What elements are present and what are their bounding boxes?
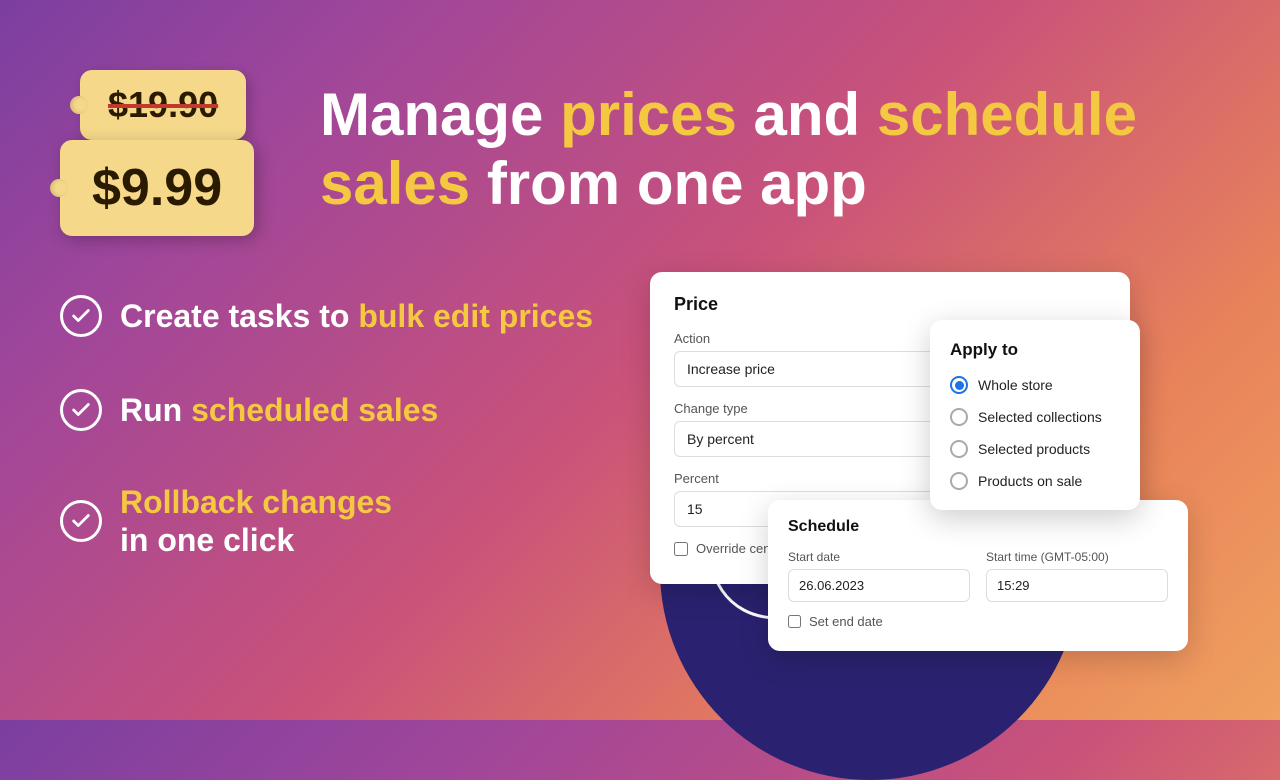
radio-selected-products[interactable]: Selected products [950, 440, 1120, 458]
start-date-input[interactable] [788, 569, 970, 602]
end-date-label: Set end date [809, 614, 883, 629]
radio-label-collections: Selected collections [978, 409, 1102, 425]
radio-btn-products [950, 440, 968, 458]
apply-to-card: Apply to Whole store Selected collection… [930, 320, 1140, 510]
apply-to-title: Apply to [950, 340, 1120, 360]
check-icon-2 [60, 389, 102, 431]
radio-btn-sale [950, 472, 968, 490]
start-date-field: Start date [788, 550, 970, 602]
feature-item-1: Create tasks to bulk edit prices [60, 295, 593, 337]
end-date-checkbox[interactable] [788, 615, 801, 628]
price-card-title: Price [674, 294, 1106, 315]
start-time-label: Start time (GMT-05:00) [986, 550, 1168, 564]
feature-text-3: Rollback changesin one click [120, 483, 392, 560]
radio-btn-whole-store [950, 376, 968, 394]
radio-btn-collections [950, 408, 968, 426]
start-date-label: Start date [788, 550, 970, 564]
schedule-card: Schedule Start date Start time (GMT-05:0… [768, 500, 1188, 651]
end-date-row: Set end date [788, 614, 1168, 629]
new-price-tag: $9.99 [60, 140, 254, 236]
feature-text-1: Create tasks to bulk edit prices [120, 297, 593, 335]
override-checkbox[interactable] [674, 542, 688, 556]
headline: Manage prices and schedule sales from on… [320, 80, 1220, 218]
features-list: Create tasks to bulk edit prices Run sch… [60, 295, 593, 560]
start-time-input[interactable] [986, 569, 1168, 602]
schedule-title: Schedule [788, 518, 1168, 536]
check-icon-3 [60, 500, 102, 542]
radio-whole-store[interactable]: Whole store [950, 376, 1120, 394]
radio-label-products: Selected products [978, 441, 1090, 457]
radio-label-whole-store: Whole store [978, 377, 1053, 393]
check-icon-1 [60, 295, 102, 337]
feature-item-2: Run scheduled sales [60, 389, 593, 431]
price-tags-container: $19.90 $9.99 [60, 70, 280, 250]
old-price-tag: $19.90 [80, 70, 246, 140]
radio-selected-collections[interactable]: Selected collections [950, 408, 1120, 426]
radio-products-on-sale[interactable]: Products on sale [950, 472, 1120, 490]
start-time-field: Start time (GMT-05:00) [986, 550, 1168, 602]
schedule-date-time-row: Start date Start time (GMT-05:00) [788, 550, 1168, 602]
feature-text-2: Run scheduled sales [120, 391, 438, 429]
radio-label-sale: Products on sale [978, 473, 1082, 489]
feature-item-3: Rollback changesin one click [60, 483, 593, 560]
